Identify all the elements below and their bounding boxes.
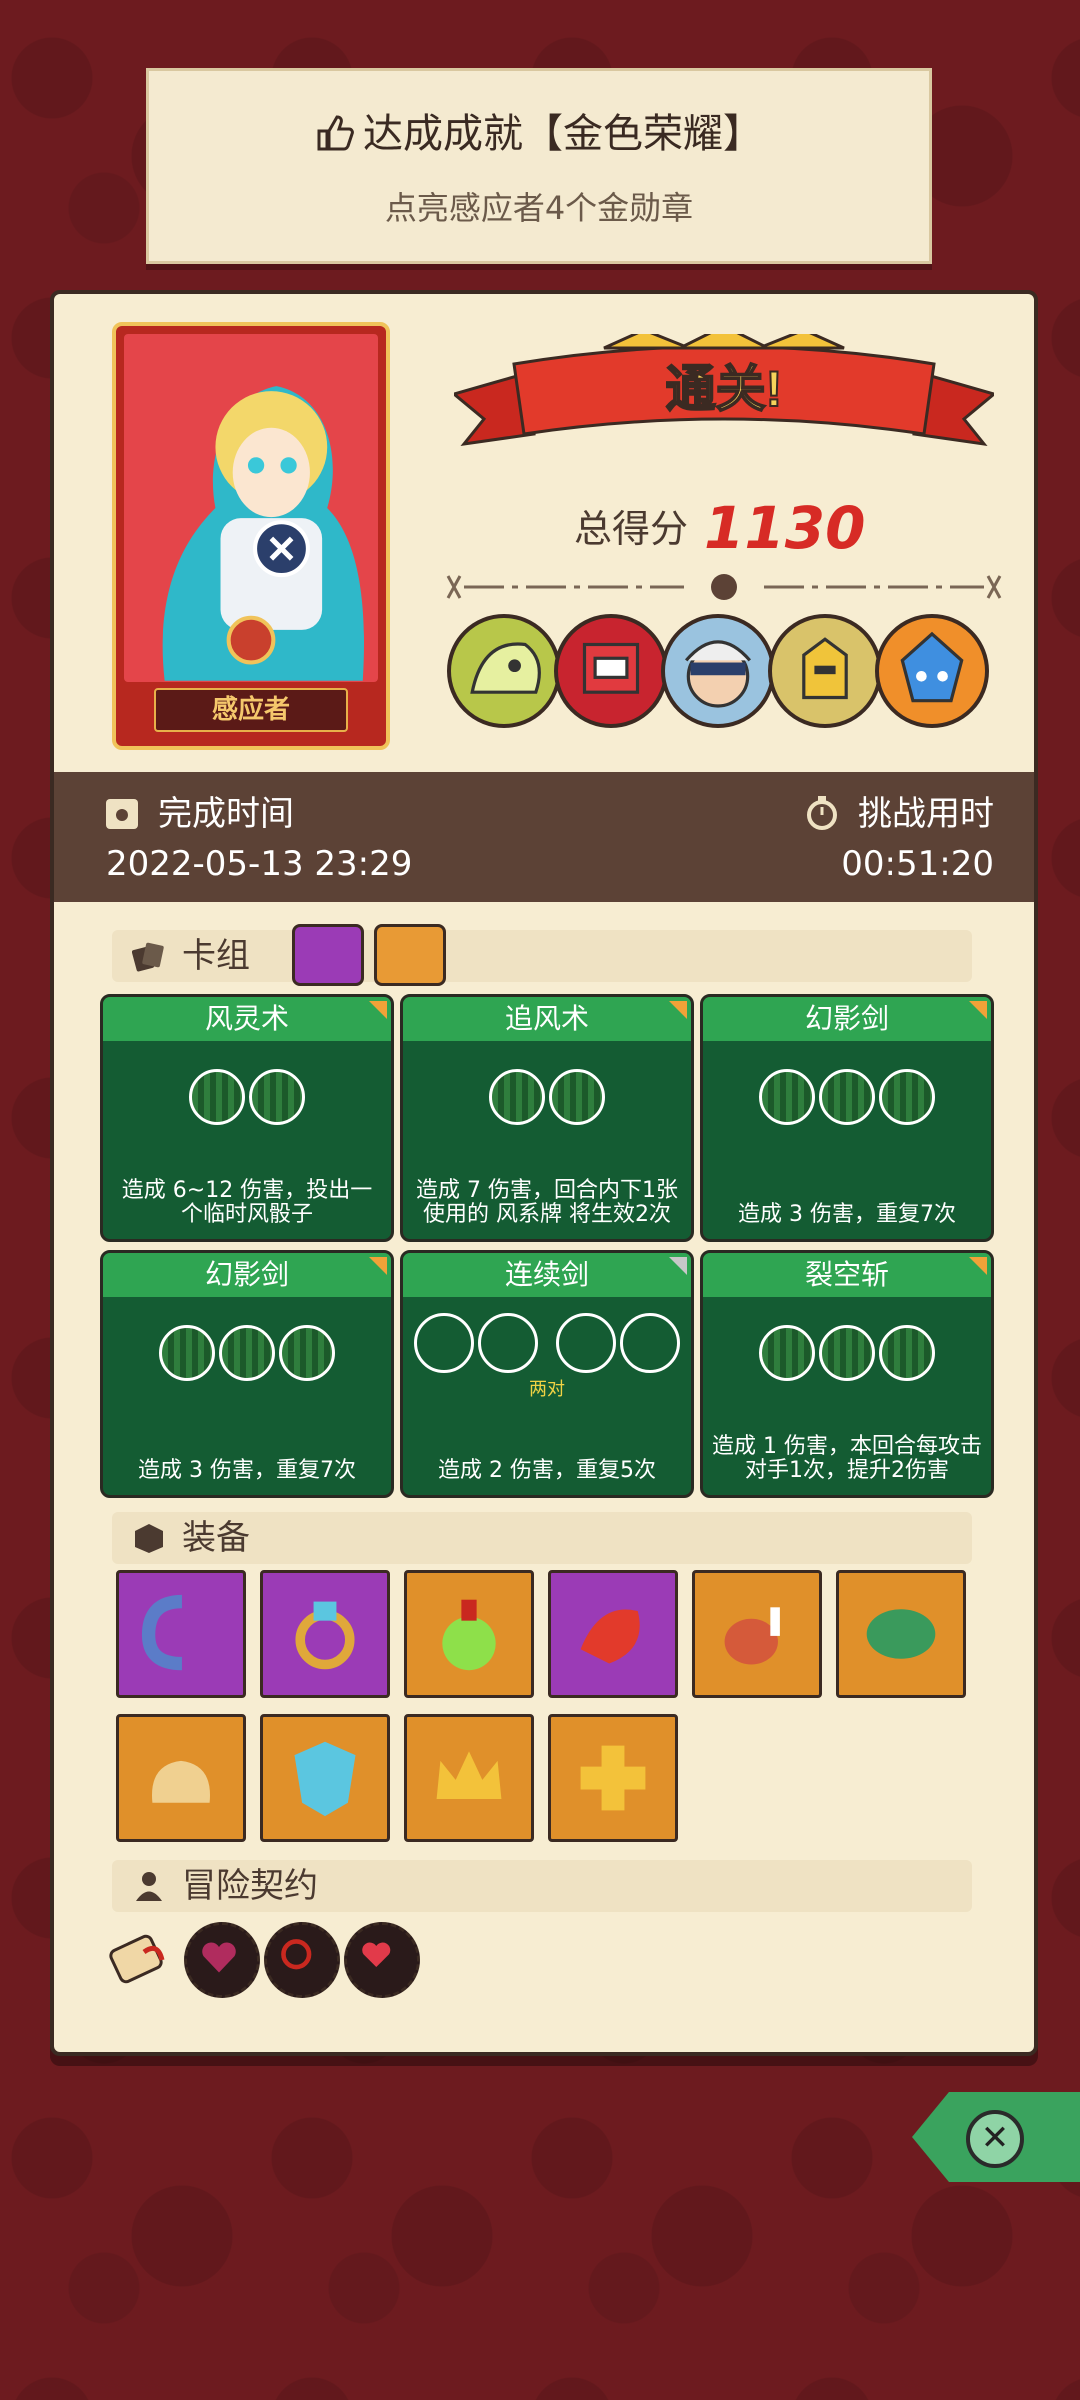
masked-kid-boss-icon[interactable] [661, 614, 775, 728]
score-value: 1130 [704, 494, 866, 562]
cards-icon [132, 942, 164, 972]
time-bar: 完成时间 2022-05-13 23:29 挑战用时 00:51:20 [54, 772, 1034, 902]
green-orb [819, 1325, 875, 1381]
hero-portrait [124, 334, 378, 682]
sack-icon[interactable] [116, 1714, 246, 1842]
turtle-shell-icon[interactable] [836, 1570, 966, 1698]
meat-icon[interactable] [692, 1570, 822, 1698]
equipment-label: 装备 [182, 1518, 250, 1558]
green-orb [249, 1069, 305, 1125]
blue-crystal-boss-icon[interactable] [875, 614, 989, 728]
deck-section-title: 卡组 [112, 924, 972, 986]
purple-rune-tag[interactable] [292, 924, 364, 986]
equipment-section-title: 装备 [112, 1512, 972, 1564]
green-orb [819, 1069, 875, 1125]
contract-section-title: 冒险契约 [112, 1860, 972, 1912]
empty-orb [478, 1313, 538, 1373]
hero-name: 感应者 [154, 688, 348, 732]
red-dragon-icon[interactable] [548, 1570, 678, 1698]
clear-text: 通关! [666, 361, 783, 417]
empty-orb [414, 1313, 474, 1373]
green-orb [879, 1069, 935, 1125]
green-orb [219, 1325, 275, 1381]
green-orb [759, 1325, 815, 1381]
green-orb [489, 1069, 545, 1125]
deck-card[interactable]: 裂空斩 造成 1 伤害，本回合每攻击对手1次，提升2伤害 [700, 1250, 994, 1498]
box-icon [135, 1524, 163, 1553]
result-panel: 感应者 通关! 总得分 1130 完成时间 2022-05-13 23:29 挑… [50, 290, 1038, 2056]
orange-rune-tag[interactable] [374, 924, 446, 986]
green-orb [879, 1325, 935, 1381]
hero-card[interactable]: 感应者 [112, 322, 390, 750]
green-orb [759, 1069, 815, 1125]
heart-contract-icon[interactable] [344, 1922, 420, 1998]
green-orb [189, 1069, 245, 1125]
clear-ribbon: 通关! [454, 334, 994, 447]
skull-dino-boss-icon[interactable] [447, 614, 561, 728]
golden-knight-boss-icon[interactable] [768, 614, 882, 728]
shield-icon[interactable] [260, 1714, 390, 1842]
calendar-icon [106, 799, 138, 829]
stopwatch-icon [807, 796, 837, 830]
close-icon: ✕ [966, 2110, 1024, 2168]
person-icon [136, 1872, 162, 1901]
green-orb [549, 1069, 605, 1125]
ring-icon[interactable] [260, 1570, 390, 1698]
ornament-divider [446, 574, 1002, 600]
deck-card[interactable]: 连续剑 两对 造成 2 伤害，重复5次 [400, 1250, 694, 1498]
contract-label: 冒险契约 [182, 1866, 318, 1906]
scroll-icon[interactable] [104, 1922, 174, 1992]
challenge-time-label: 挑战用时 [858, 794, 994, 834]
score-label: 总得分 [574, 507, 689, 551]
deck-card[interactable]: 幻影剑 造成 3 伤害，重复7次 [100, 1250, 394, 1498]
pair-label: 两对 [529, 1379, 565, 1400]
total-score: 总得分 1130 [574, 494, 865, 562]
achievement-banner: 达成成就【金色荣耀】 点亮感应者4个金勋章 [146, 68, 932, 264]
empty-orb [620, 1313, 680, 1373]
deck-card[interactable]: 追风术 造成 7 伤害，回合内下1张使用的 风系牌 将生效2次 [400, 994, 694, 1242]
potion-icon[interactable] [404, 1570, 534, 1698]
thumbs-up-icon [317, 115, 354, 151]
heart-lock-contract-icon[interactable] [184, 1922, 260, 1998]
green-orb [159, 1325, 215, 1381]
deck-card[interactable]: 风灵术 造成 6~12 伤害，投出一个临时风骰子 [100, 994, 394, 1242]
complete-time-label: 完成时间 [158, 794, 294, 834]
red-rune-contract-icon[interactable] [264, 1922, 340, 1998]
deck-card[interactable]: 幻影剑 造成 3 伤害，重复7次 [700, 994, 994, 1242]
hook-icon[interactable] [116, 1570, 246, 1698]
achievement-subtitle: 点亮感应者4个金勋章 [384, 189, 694, 227]
cross-medal-icon[interactable] [548, 1714, 678, 1842]
crown-icon[interactable] [404, 1714, 534, 1842]
challenge-time-value: 00:51:20 [841, 844, 994, 884]
empty-orb [556, 1313, 616, 1373]
complete-time-value: 2022-05-13 23:29 [106, 844, 413, 884]
red-robot-boss-icon[interactable] [554, 614, 668, 728]
achievement-title: 达成成就【金色荣耀】 [363, 111, 763, 157]
green-orb [279, 1325, 335, 1381]
deck-label: 卡组 [182, 936, 250, 976]
